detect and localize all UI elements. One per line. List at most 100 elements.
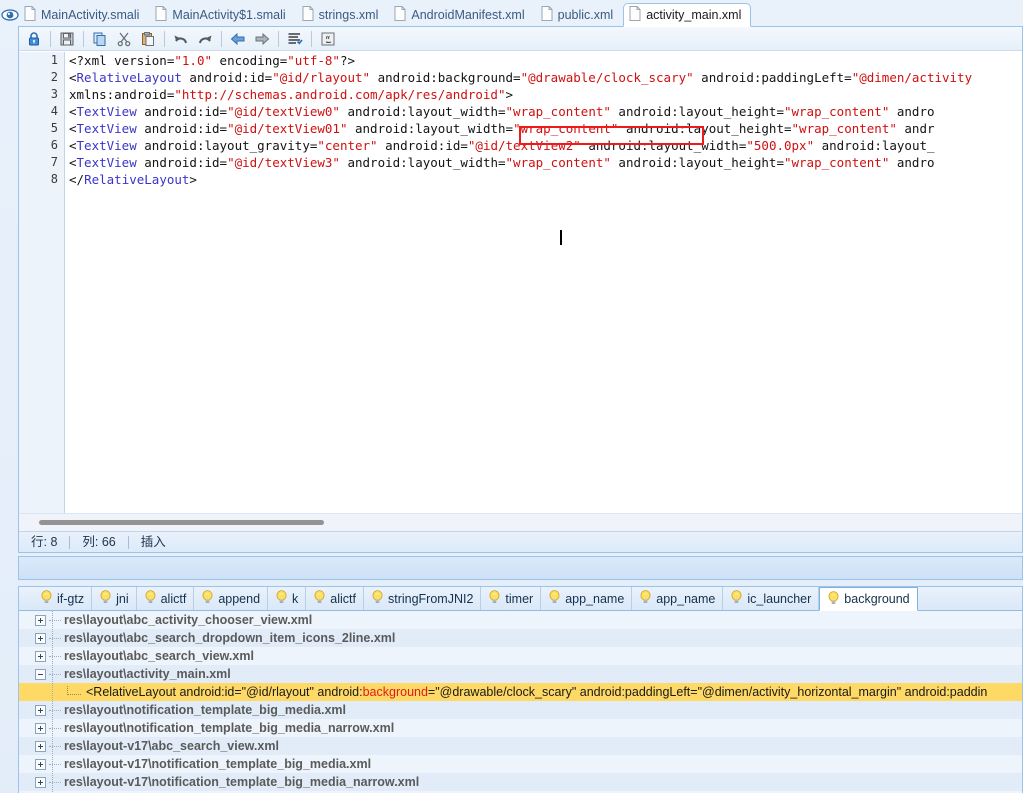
tree-expand-icon[interactable] xyxy=(35,776,46,788)
copy-icon[interactable] xyxy=(89,29,111,49)
code-token-attr: andro xyxy=(889,155,935,170)
cut-icon[interactable] xyxy=(113,29,135,49)
code-token-attr: android:paddingLeft= xyxy=(693,70,852,85)
search-tab-alictf[interactable]: alictf xyxy=(137,587,195,610)
editor-scroll-thumb[interactable] xyxy=(39,520,324,525)
code-token-str: "wrap_content" xyxy=(791,121,897,136)
code-line[interactable]: <?xml version="1.0" encoding="utf-8"?> xyxy=(69,52,1022,69)
lightbulb-icon xyxy=(313,590,330,607)
forward-arrow-icon[interactable] xyxy=(251,29,273,49)
eye-icon[interactable] xyxy=(1,6,19,24)
editor-tab-public-xml[interactable]: public.xml xyxy=(535,3,624,27)
toolbar-separator xyxy=(311,30,312,47)
tree-collapse-icon[interactable] xyxy=(35,668,46,680)
save-icon[interactable] xyxy=(56,29,78,49)
code-token-attr: android:id= xyxy=(136,104,228,119)
search-tab-app-name[interactable]: app_name xyxy=(632,587,724,610)
search-tab-timer[interactable]: timer xyxy=(481,587,542,610)
lightbulb-icon xyxy=(275,590,292,607)
tree-expand-icon[interactable] xyxy=(35,704,46,716)
tree-connector xyxy=(49,655,61,657)
editor-tab-strings-xml[interactable]: strings.xml xyxy=(296,3,389,27)
line-number: 5 xyxy=(50,121,58,135)
search-results-tab-bar[interactable]: if-gtz jni alictf append k alictf stringFromJN… xyxy=(19,587,1022,611)
result-file-row[interactable]: res\layout\notification_template_big_med… xyxy=(19,701,1022,719)
search-tab-label: jni xyxy=(116,591,129,606)
tree-expand-icon[interactable] xyxy=(35,614,46,626)
code-token-attr: android:layout_height= xyxy=(610,104,784,119)
toolbar-separator xyxy=(278,30,279,47)
search-results-list[interactable]: res\layout\abc_activity_chooser_view.xml… xyxy=(19,611,1022,793)
paste-icon[interactable] xyxy=(137,29,159,49)
result-file-row[interactable]: res\layout\activity_main.xml xyxy=(19,665,1022,683)
result-file-row[interactable]: res\layout-v17\notification_template_big… xyxy=(19,773,1022,791)
code-token-punc: < xyxy=(69,121,77,136)
lock-icon[interactable] xyxy=(23,29,45,49)
tree-expand-icon[interactable] xyxy=(35,758,46,770)
code-editor[interactable]: 1 2 3 4 5 6 7 8 <?xml version="1.0" encoding="u… xyxy=(19,52,1022,528)
code-token-attr: encoding= xyxy=(212,53,288,68)
redo-icon[interactable] xyxy=(194,29,216,49)
tree-expand-icon[interactable] xyxy=(35,740,46,752)
result-file-row[interactable]: res\layout-v17\abc_search_view.xml xyxy=(19,737,1022,755)
result-match-row[interactable]: <RelativeLayout android:id="@id/rlayout"… xyxy=(19,683,1022,701)
code-line[interactable]: <TextView android:id="@id/textView3" and… xyxy=(69,154,1022,171)
format-lines-icon[interactable] xyxy=(284,29,306,49)
java-icon[interactable] xyxy=(317,29,339,49)
search-tab-if-gtz[interactable]: if-gtz xyxy=(33,587,93,610)
result-file-row[interactable]: res\layout\abc_activity_chooser_view.xml xyxy=(19,611,1022,629)
lightbulb-icon xyxy=(99,590,116,607)
search-tab-app-name[interactable]: app_name xyxy=(541,587,633,610)
search-tab-label: if-gtz xyxy=(57,591,85,606)
code-line[interactable]: <TextView android:id="@id/textView01" an… xyxy=(69,120,1022,137)
code-line[interactable]: <RelativeLayout android:id="@id/rlayout"… xyxy=(69,69,1022,86)
result-file-row[interactable]: res\layout\abc_search_dropdown_item_icon… xyxy=(19,629,1022,647)
code-token-attr: android:layout_height= xyxy=(610,155,784,170)
editor-horizontal-scrollbar[interactable] xyxy=(19,513,1022,531)
line-number: 7 xyxy=(50,155,58,169)
line-number: 2 xyxy=(50,70,58,84)
code-token-attr: android:layout_gravity= xyxy=(136,138,318,153)
match-text: <RelativeLayout android:id="@id/rlayout"… xyxy=(86,685,363,699)
code-token-str: "@drawable/clock_scary" xyxy=(520,70,694,85)
tree-connector xyxy=(49,745,61,747)
code-token-attr: android:layout_ xyxy=(814,138,935,153)
tree-expand-icon[interactable] xyxy=(35,722,46,734)
editor-tab-activity-main-xml[interactable]: activity_main.xml xyxy=(623,3,752,27)
result-file-row[interactable]: res\layout\notification_template_big_med… xyxy=(19,719,1022,737)
code-token-str: "utf-8" xyxy=(287,53,340,68)
code-line[interactable]: xmlns:android="http://schemas.android.co… xyxy=(69,86,1022,103)
result-file-row[interactable]: res\layout-v17\notification_template_big… xyxy=(19,755,1022,773)
search-tab-k[interactable]: k xyxy=(268,587,307,610)
search-tab-alictf[interactable]: alictf xyxy=(306,587,364,610)
code-token-str: "wrap_content" xyxy=(513,121,619,136)
search-results-rows[interactable]: res\layout\abc_activity_chooser_view.xml… xyxy=(19,611,1022,791)
search-tab-stringfromjni2[interactable]: stringFromJNI2 xyxy=(364,587,482,610)
editor-toolbar[interactable] xyxy=(19,27,1022,51)
code-token-str: "500.0px" xyxy=(746,138,815,153)
code-token-attr: android:layout_width= xyxy=(347,121,514,136)
editor-tab-bar[interactable]: MainActivity.smali MainActivity$1.smali st… xyxy=(18,1,1023,27)
panel-divider xyxy=(18,556,1023,580)
editor-tab-androidmanifest-xml[interactable]: AndroidManifest.xml xyxy=(388,3,534,27)
code-line[interactable]: </RelativeLayout> xyxy=(69,171,1022,188)
result-file-path: res\layout\notification_template_big_med… xyxy=(64,721,395,735)
result-file-path: res\layout-v17\abc_search_view.xml xyxy=(64,739,279,753)
code-line[interactable]: <TextView android:layout_gravity="center… xyxy=(69,137,1022,154)
editor-tab-mainactivity-1-smali[interactable]: MainActivity$1.smali xyxy=(149,3,295,27)
result-file-row[interactable]: res\layout\abc_search_view.xml xyxy=(19,647,1022,665)
code-content[interactable]: <?xml version="1.0" encoding="utf-8"?> <R… xyxy=(66,52,1022,528)
search-tab-ic-launcher[interactable]: ic_launcher xyxy=(723,587,820,610)
tree-guide-line xyxy=(52,611,53,793)
tree-expand-icon[interactable] xyxy=(35,650,46,662)
line-number: 3 xyxy=(50,87,58,101)
code-line[interactable]: <TextView android:id="@id/textView0" and… xyxy=(69,103,1022,120)
undo-icon[interactable] xyxy=(170,29,192,49)
search-tab-append[interactable]: append xyxy=(194,587,269,610)
back-arrow-icon[interactable] xyxy=(227,29,249,49)
search-tab-background[interactable]: background xyxy=(819,587,918,611)
search-tab-jni[interactable]: jni xyxy=(92,587,137,610)
tree-expand-icon[interactable] xyxy=(35,632,46,644)
editor-tab-mainactivity-smali[interactable]: MainActivity.smali xyxy=(18,3,149,27)
code-token-str: "wrap_content" xyxy=(505,104,611,119)
